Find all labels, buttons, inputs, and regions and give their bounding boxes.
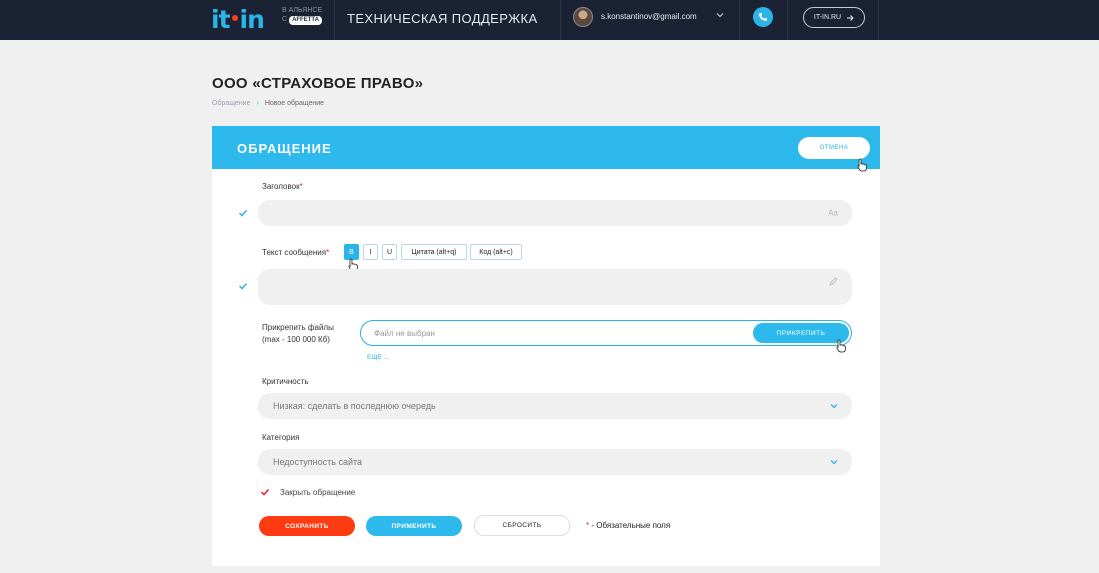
page-title: ООО «СТРАХОВОЕ ПРАВО» bbox=[212, 75, 424, 92]
user-email[interactable]: s.konstantinov@gmail.com bbox=[601, 12, 697, 21]
top-bar: it in в альянсе с affetta ТЕХНИЧЕСКАЯ ПОД… bbox=[0, 0, 1099, 40]
form-header: ОБРАЩЕНИЕ ОТМЕНА bbox=[212, 126, 880, 169]
save-button[interactable]: СОХРАНИТЬ bbox=[259, 516, 355, 536]
alliance-line2: с affetta bbox=[282, 15, 328, 25]
divider bbox=[334, 0, 335, 40]
underline-button[interactable]: U bbox=[382, 244, 397, 260]
checkmark-icon bbox=[238, 282, 248, 290]
attach-label: Прикрепить файлы (max - 100 000 Кб) bbox=[262, 323, 334, 344]
chevron-down-icon[interactable] bbox=[716, 11, 724, 20]
breadcrumb-item-current: Новое обращение bbox=[264, 100, 325, 107]
message-label: Текст сообщения* bbox=[262, 248, 330, 257]
phone-button[interactable] bbox=[753, 7, 773, 27]
breadcrumb-item-requests[interactable]: Обращение bbox=[212, 100, 250, 107]
reset-button[interactable]: СБРОСИТЬ bbox=[474, 515, 570, 536]
apply-button[interactable]: ПРИМЕНИТЬ bbox=[366, 516, 462, 536]
divider bbox=[787, 0, 788, 40]
subject-label: Заголовок* bbox=[262, 182, 303, 191]
priority-select[interactable]: Низкая: сделать в последнюю очередь bbox=[258, 393, 852, 419]
request-form-card: ОБРАЩЕНИЕ ОТМЕНА Заголовок* Aa Текст соо… bbox=[212, 126, 880, 566]
breadcrumb-separator: › bbox=[256, 100, 259, 107]
file-placeholder: Файл не выбран bbox=[374, 329, 435, 338]
logo-dot bbox=[231, 14, 238, 21]
hand-cursor-icon bbox=[836, 339, 846, 353]
priority-label: Критичность bbox=[262, 377, 309, 386]
attach-button[interactable]: ПРИКРЕПИТЬ bbox=[753, 323, 849, 343]
affetta-logo: affetta bbox=[289, 16, 322, 25]
breadcrumb: Обращение › Новое обращение bbox=[212, 100, 324, 107]
more-files-link[interactable]: ЕЩЕ ... bbox=[367, 354, 389, 361]
pencil-icon bbox=[829, 277, 838, 286]
subject-input[interactable]: Aa bbox=[258, 200, 852, 226]
logo-text-left: it bbox=[211, 4, 231, 34]
close-request-checkbox[interactable] bbox=[260, 487, 270, 497]
text-format-icon: Aa bbox=[828, 208, 838, 218]
hand-cursor-icon bbox=[857, 158, 867, 172]
divider bbox=[560, 0, 561, 40]
logo-text-right: in bbox=[239, 4, 265, 34]
italic-button[interactable]: I bbox=[363, 244, 378, 260]
chevron-down-icon bbox=[830, 404, 838, 409]
form-title: ОБРАЩЕНИЕ bbox=[237, 141, 332, 156]
code-button[interactable]: Код (alt+c) bbox=[470, 244, 522, 260]
message-textarea[interactable] bbox=[258, 269, 852, 305]
site-link-button[interactable]: IT-IN.RU bbox=[803, 7, 865, 28]
category-value: Недоступность сайта bbox=[273, 457, 363, 467]
category-select[interactable]: Недоступность сайта bbox=[258, 449, 852, 475]
chevron-down-icon bbox=[830, 460, 838, 465]
checkmark-icon bbox=[238, 209, 248, 217]
alliance-line1: в альянсе bbox=[282, 7, 323, 14]
divider bbox=[878, 0, 879, 40]
site-link-label: IT-IN.RU bbox=[813, 14, 842, 21]
cancel-button[interactable]: ОТМЕНА bbox=[798, 137, 870, 159]
site-title: ТЕХНИЧЕСКАЯ ПОДДЕРЖКА bbox=[347, 11, 538, 26]
phone-icon bbox=[759, 13, 767, 21]
avatar[interactable] bbox=[573, 7, 593, 27]
quote-button[interactable]: Цитата (alt+q) bbox=[401, 244, 467, 260]
close-request-label[interactable]: Закрыть обращение bbox=[280, 488, 355, 497]
file-input[interactable]: Файл не выбран ПРИКРЕПИТЬ bbox=[360, 320, 852, 346]
priority-value: Низкая: сделать в последнюю очередь bbox=[273, 401, 436, 411]
category-label: Категория bbox=[262, 433, 300, 442]
divider bbox=[739, 0, 740, 40]
arrow-right-icon bbox=[847, 14, 854, 21]
required-fields-note: * - Обязательные поля bbox=[586, 521, 671, 530]
alliance-label: в альянсе с affetta bbox=[282, 6, 328, 25]
logo[interactable]: it in bbox=[211, 4, 265, 34]
